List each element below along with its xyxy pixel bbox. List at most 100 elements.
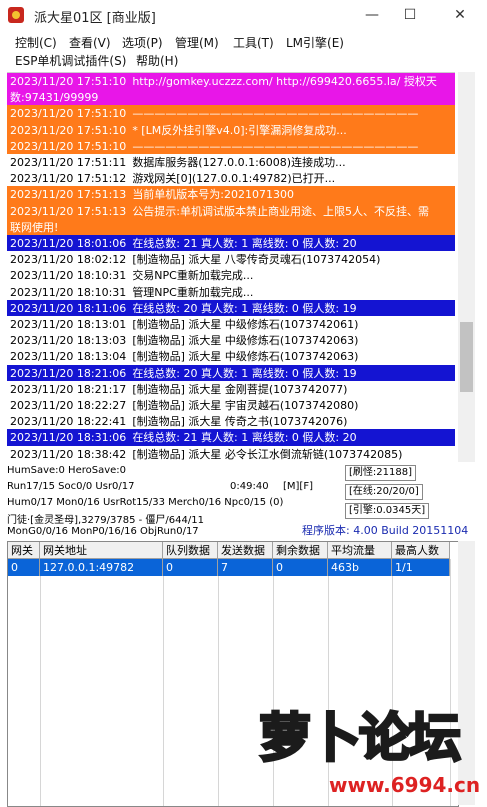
online-box: [在线:20/20/0] xyxy=(345,484,423,500)
menu-control[interactable]: 控制(C) xyxy=(15,34,57,51)
close-button[interactable]: ✕ xyxy=(437,0,483,31)
log-timestamp: 2023/11/20 18:31:06 xyxy=(10,431,127,445)
log-scrollbar-thumb[interactable] xyxy=(460,322,473,392)
version-text: 程序版本: 4.00 Build 20151104 xyxy=(302,524,469,537)
log-line: 2023/11/20 18:10:31 管理NPC重新加载完成... xyxy=(7,283,455,301)
window-title: 派大星01区 [商业版] xyxy=(34,11,156,26)
grid-cell: 0 xyxy=(8,559,40,576)
log-message: http://gomkey.uczzz.com/ http://699420.6… xyxy=(132,75,437,88)
title-bar: 派大星01区 [商业版] — ☐ ✕ xyxy=(0,0,487,31)
log-timestamp: 2023/11/20 17:51:10 xyxy=(10,75,127,88)
log-message: [制造物品] 派大星 中级修炼石(1073742063) xyxy=(132,350,359,364)
grid-cell: 0 xyxy=(273,559,328,576)
grid-column-header[interactable]: 剩余数据 xyxy=(273,542,328,559)
log-timestamp: 2023/11/20 18:38:42 xyxy=(10,447,127,461)
humsave-text: HumSave:0 HeroSave:0 xyxy=(7,465,127,476)
log-timestamp: 2023/11/20 17:51:10 xyxy=(10,139,127,153)
log-line: 2023/11/20 17:51:13 公告提示:单机调试版本禁止商业用途、上限5… xyxy=(7,202,455,220)
menu-lm-engine[interactable]: LM引擎(E) xyxy=(286,34,344,51)
log-timestamp: 2023/11/20 17:51:10 xyxy=(10,123,127,137)
grid-column-header[interactable]: 网关 xyxy=(8,542,40,559)
grid-column-header[interactable]: 发送数据 xyxy=(218,542,273,559)
log-message: [制造物品] 派大星 必令长江水倒流斩链(1073742085) xyxy=(132,447,403,461)
log-message: 游戏网关[0](127.0.0.1:49782)已打开... xyxy=(132,172,336,186)
log-line: 数:97431/99999 xyxy=(7,89,455,107)
log-timestamp: 2023/11/20 17:51:12 xyxy=(10,172,127,186)
log-timestamp: 2023/11/20 18:13:03 xyxy=(10,334,127,348)
engine-box: [引擎:0.0345天] xyxy=(345,503,430,519)
uptime-text: 0:49:40 xyxy=(230,481,269,492)
maximize-button[interactable]: ☐ xyxy=(387,0,433,31)
log-message: 联网使用! xyxy=(10,220,59,234)
menu-bar: 控制(C) 查看(V) 选项(P) 管理(M) 工具(T) LM引擎(E) ES… xyxy=(0,31,487,71)
grid-cell: 127.0.0.1:49782 xyxy=(40,559,163,576)
log-timestamp: 2023/11/20 17:51:13 xyxy=(10,204,127,218)
log-message: 数:97431/99999 xyxy=(10,91,99,105)
log-message: 公告提示:单机调试版本禁止商业用途、上限5人、不反挂、需 xyxy=(132,204,430,218)
menu-tools[interactable]: 工具(T) xyxy=(233,34,274,51)
refresh-box: [刷怪:21188] xyxy=(345,465,416,481)
log-line: 2023/11/20 18:21:06 在线总数: 20 真人数: 1 离线数: … xyxy=(7,364,455,382)
log-line: 2023/11/20 18:22:27 [制造物品] 派大星 宇宙灵越石(1073… xyxy=(7,397,455,414)
log-timestamp: 2023/11/20 17:51:13 xyxy=(10,188,127,202)
menu-options[interactable]: 选项(P) xyxy=(122,34,163,51)
grid-column-divider xyxy=(40,559,164,806)
log-line: 2023/11/20 18:01:06 在线总数: 21 真人数: 1 离线数: … xyxy=(7,235,455,252)
mon-text: MonG0/0/16 MonP0/16/16 ObjRun0/17 xyxy=(7,526,199,537)
log-message: * [LM反外挂引擎v4.0]:引擎漏洞修复成功... xyxy=(132,123,347,137)
menu-view[interactable]: 查看(V) xyxy=(69,34,111,51)
grid-cell: 1/1 xyxy=(392,559,450,576)
log-message: [制造物品] 派大星 金刚菩提(1073742077) xyxy=(132,382,348,396)
log-line: 2023/11/20 18:31:06 在线总数: 21 真人数: 1 离线数: … xyxy=(7,429,455,447)
log-timestamp: 2023/11/20 18:10:31 xyxy=(10,285,127,299)
log-line: 2023/11/20 18:10:31 交易NPC重新加载完成... xyxy=(7,267,455,285)
log-message: [制造物品] 派大星 宇宙灵越石(1073742080) xyxy=(132,399,359,412)
menu-manage[interactable]: 管理(M) xyxy=(175,34,219,51)
log-message: [制造物品] 派大星 中级修炼石(1073742061) xyxy=(132,318,359,331)
grid-column-divider xyxy=(163,559,219,806)
grid-column-header[interactable]: 平均流量 xyxy=(328,542,392,559)
background-window-edge xyxy=(0,310,7,730)
watermark-url: www.6994.cn xyxy=(329,773,481,797)
menu-esp-plugin[interactable]: ESP单机调试插件(S) xyxy=(15,52,126,69)
log-message: [制造物品] 派大星 八零传奇灵魂石(1073742054) xyxy=(132,253,381,267)
log-line: 联网使用! xyxy=(7,218,455,236)
log-line: 2023/11/20 18:22:41 [制造物品] 派大星 传奇之书(10737… xyxy=(7,413,455,431)
run-text: Run17/15 Soc0/0 Usr0/17 xyxy=(7,481,135,492)
flags-text: [M][F] xyxy=(283,481,313,492)
log-line: 2023/11/20 18:13:04 [制造物品] 派大星 中级修炼石(1073… xyxy=(7,348,455,366)
log-line: 2023/11/20 17:51:12 游戏网关[0](127.0.0.1:497… xyxy=(7,170,455,188)
log-timestamp: 2023/11/20 18:13:01 xyxy=(10,318,127,331)
log-timestamp: 2023/11/20 18:22:27 xyxy=(10,399,127,412)
log-timestamp: 2023/11/20 18:13:04 xyxy=(10,350,127,364)
log-message: 数据库服务器(127.0.0.1:6008)连接成功... xyxy=(132,156,346,169)
grid-column-header[interactable]: 网关地址 xyxy=(40,542,163,559)
grid-cell: 0 xyxy=(163,559,218,576)
log-timestamp: 2023/11/20 18:22:41 xyxy=(10,415,127,429)
log-timestamp: 2023/11/20 18:02:12 xyxy=(10,253,127,267)
log-timestamp: 2023/11/20 18:21:17 xyxy=(10,382,127,396)
log-message: 交易NPC重新加载完成... xyxy=(132,269,254,283)
log-panel[interactable]: 2023/11/20 17:51:10 http://gomkey.uczzz.c… xyxy=(7,72,455,463)
log-line: 2023/11/20 18:21:17 [制造物品] 派大星 金刚菩提(10737… xyxy=(7,380,455,398)
log-message: 在线总数: 20 真人数: 1 离线数: 0 假人数: 19 xyxy=(132,301,357,315)
log-message: 在线总数: 21 真人数: 1 离线数: 0 假人数: 20 xyxy=(132,431,357,445)
app-icon xyxy=(8,7,24,23)
grid-column-header[interactable]: 最高人数 xyxy=(392,542,450,559)
log-timestamp: 2023/11/20 17:51:10 xyxy=(10,107,127,121)
log-line: 2023/11/20 18:13:01 [制造物品] 派大星 中级修炼石(1073… xyxy=(7,316,455,333)
log-timestamp: 2023/11/20 18:21:06 xyxy=(10,366,127,380)
log-line: 2023/11/20 18:02:12 [制造物品] 派大星 八零传奇灵魂石(10… xyxy=(7,251,455,269)
log-line: 2023/11/20 18:13:03 [制造物品] 派大星 中级修炼石(1073… xyxy=(7,332,455,350)
log-message: [制造物品] 派大星 传奇之书(1073742076) xyxy=(132,415,348,429)
log-line: 2023/11/20 17:51:13 当前单机版本号为:2021071300 xyxy=(7,186,455,204)
grid-column-header[interactable]: 队列数据 xyxy=(163,542,218,559)
log-line: 2023/11/20 18:11:06 在线总数: 20 真人数: 1 离线数: … xyxy=(7,299,455,317)
menu-help[interactable]: 帮助(H) xyxy=(136,52,178,69)
log-timestamp: 2023/11/20 18:10:31 xyxy=(10,269,127,283)
log-message: —————————————————————————— xyxy=(132,107,419,121)
log-message: [制造物品] 派大星 中级修炼石(1073742063) xyxy=(132,334,359,348)
log-scrollbar[interactable] xyxy=(458,72,475,462)
disciple-text: 门徒·[金灵圣母],3279/3785 - 僵尸/644/11 xyxy=(7,515,204,526)
grid-cell: 7 xyxy=(218,559,273,576)
